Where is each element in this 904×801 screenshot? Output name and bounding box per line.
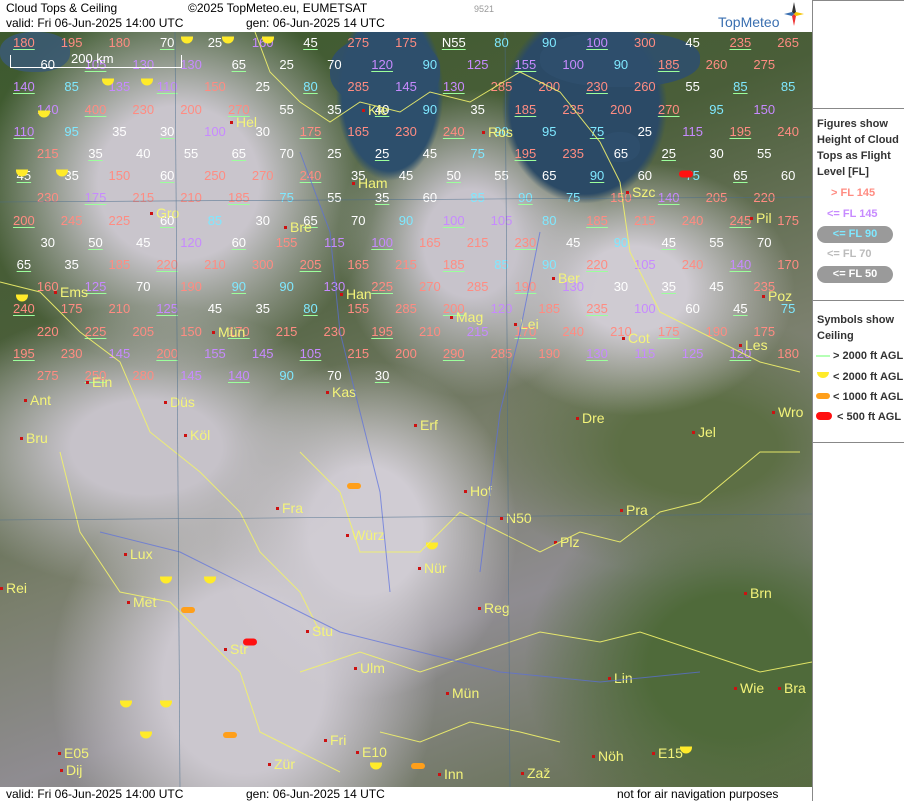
legend-separator bbox=[813, 108, 904, 109]
border-overlay bbox=[0, 32, 812, 787]
legend-top-border bbox=[813, 0, 904, 1]
green-line-icon bbox=[816, 355, 830, 357]
scale-bar: 200 km bbox=[10, 51, 182, 68]
legend-fl-gt-145: > FL 145 bbox=[831, 187, 876, 199]
legend-sym-heading-1: Symbols show bbox=[817, 314, 895, 326]
legend-fl-le-70: <= FL 70 bbox=[827, 248, 872, 260]
footer-valid: valid: Fri 06-Jun-2025 14:00 UTC bbox=[6, 787, 184, 801]
map-title: Cloud Tops & Ceiling bbox=[6, 1, 118, 15]
footer-gen: gen: 06-Jun-2025 14 UTC bbox=[246, 787, 385, 801]
yellow-ceiling-icon bbox=[817, 372, 829, 378]
legend-sym-heading-2: Ceiling bbox=[817, 330, 854, 342]
legend-fl-le-90: <= FL 90 bbox=[817, 226, 893, 243]
legend-bottom-sep bbox=[813, 442, 904, 443]
legend-heading-1: Figures show bbox=[817, 118, 888, 130]
header: Cloud Tops & Ceiling ©2025 TopMeteo.eu, … bbox=[0, 0, 812, 32]
legend-ceil-lt-500: < 500 ft AGL bbox=[837, 411, 902, 423]
legend-ceil-gt-2000: > 2000 ft AGL bbox=[833, 350, 904, 362]
scale-label: 200 km bbox=[71, 51, 114, 66]
red-ceiling-icon bbox=[816, 412, 832, 420]
brand-logo: TopMeteo bbox=[718, 14, 780, 30]
legend-fl-le-145: <= FL 145 bbox=[827, 208, 878, 220]
legend-heading-4: Level [FL] bbox=[817, 166, 869, 178]
compass-logo-icon bbox=[784, 2, 804, 26]
footer: valid: Fri 06-Jun-2025 14:00 UTC gen: 06… bbox=[0, 787, 812, 801]
legend-ceil-lt-2000: < 2000 ft AGL bbox=[833, 371, 904, 383]
valid-time: valid: Fri 06-Jun-2025 14:00 UTC bbox=[6, 16, 184, 30]
footer-note: not for air navigation purposes bbox=[617, 787, 779, 801]
legend-panel: Figures show Height of Cloud Tops as Fli… bbox=[812, 0, 904, 801]
legend-separator-2 bbox=[813, 300, 904, 301]
legend-heading-2: Height of Cloud bbox=[817, 134, 899, 146]
legend-ceil-lt-1000: < 1000 ft AGL bbox=[833, 391, 904, 403]
orange-ceiling-icon bbox=[816, 393, 830, 399]
legend-heading-3: Tops as Flight bbox=[817, 150, 891, 162]
legend-fl-le-50: <= FL 50 bbox=[817, 266, 893, 283]
gen-time: gen: 06-Jun-2025 14 UTC bbox=[246, 16, 385, 30]
copyright: ©2025 TopMeteo.eu, EUMETSAT bbox=[188, 1, 368, 15]
image-id: 9521 bbox=[474, 4, 495, 14]
